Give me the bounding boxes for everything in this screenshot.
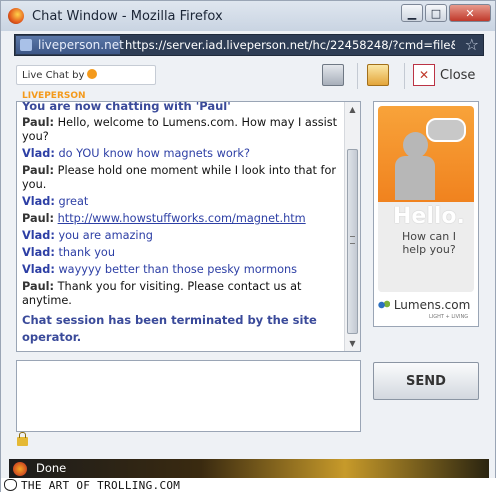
message-text: Please hold one moment while I look into… [22, 164, 337, 191]
close-chat-button[interactable]: Close [440, 68, 475, 83]
chat-message: Paul: http://www.howstuffworks.com/magne… [22, 212, 340, 226]
site-icon [20, 39, 32, 51]
chat-message: Vlad: do YOU know how magnets work? [22, 147, 340, 161]
message-text: Thank you for visiting. Please contact u… [22, 280, 302, 307]
live-chat-by-label: Live Chat by [22, 70, 85, 81]
status-icon [13, 462, 27, 476]
window-title: Chat Window - Mozilla Firefox [32, 9, 223, 24]
sender-name: Vlad: [22, 263, 55, 276]
message-text: do YOU know how magnets work? [58, 147, 250, 160]
firefox-icon [8, 8, 24, 24]
status-text: Done [36, 461, 67, 475]
message-text: Hello, welcome to Lumens.com. How may I … [22, 116, 338, 143]
browser-window: Chat Window - Mozilla Firefox ▁ □ ✕ live… [0, 0, 496, 493]
minimize-button[interactable]: ▁ [401, 4, 423, 22]
message-text: thank you [58, 246, 115, 259]
chat-message: Vlad: wayyyy better than those pesky mor… [22, 263, 340, 277]
watermark: THE ART OF TROLLING.COM [1, 478, 496, 493]
grip-icon [350, 236, 355, 244]
address-bar[interactable]: liveperson.net https://server.iad.livepe… [14, 34, 484, 56]
maximize-button[interactable]: □ [425, 4, 447, 22]
message-text: wayyyy better than those pesky mormons [58, 263, 298, 276]
person-avatar-icon [403, 132, 428, 158]
site-identity-button[interactable]: liveperson.net [16, 36, 124, 54]
message-input[interactable] [16, 360, 361, 432]
send-button[interactable]: SEND [373, 362, 479, 400]
chat-message: Vlad: you are amazing [22, 229, 340, 243]
lumens-ad-panel[interactable]: Hello. How can Ihelp you? Lumens.com LIG… [373, 101, 479, 327]
toolbar-divider [404, 63, 405, 89]
lumens-logo: Lumens.com [378, 298, 470, 312]
print-icon[interactable] [322, 64, 344, 86]
bookmark-star-icon[interactable]: ☆ [465, 35, 479, 54]
chat-start-notice: You are now chatting with 'Paul' [22, 101, 231, 113]
sender-name: Paul: [22, 116, 55, 129]
message-text: great [58, 195, 89, 208]
sender-name: Paul: [22, 164, 55, 177]
close-window-button[interactable]: ✕ [449, 4, 491, 22]
toolbar-divider [357, 63, 358, 89]
sender-name: Vlad: [22, 147, 55, 160]
speech-bubble-icon [426, 118, 466, 142]
transcript-scrollbar[interactable]: ▲ ▼ [344, 102, 360, 351]
close-chat-icon[interactable]: ✕ [413, 64, 435, 86]
site-identity-label: liveperson.net [38, 38, 124, 52]
title-bar: Chat Window - Mozilla Firefox ▁ □ ✕ [1, 1, 495, 31]
sender-name: Vlad: [22, 246, 55, 259]
sender-name: Vlad: [22, 229, 55, 242]
live-chat-badge: Live Chat by LIVEPERSON [16, 65, 156, 101]
status-bar: Done [9, 459, 489, 478]
message-text: you are amazing [58, 229, 153, 242]
scroll-up-arrow-icon[interactable]: ▲ [345, 102, 360, 117]
chat-message: Vlad: great [22, 195, 340, 209]
lumens-tagline: LIGHT + LIVING [429, 314, 469, 320]
ad-banner: Hello. How can Ihelp you? [378, 106, 474, 292]
scrollbar-thumb[interactable] [347, 149, 358, 334]
liveperson-brand: LIVEPERSON [22, 91, 86, 101]
person-body-icon [395, 156, 435, 200]
message-list: You are now chatting with 'Paul' Paul: H… [22, 101, 340, 346]
chat-message: Paul: Hello, welcome to Lumens.com. How … [22, 116, 340, 144]
chat-message: Paul: Thank you for visiting. Please con… [22, 280, 340, 308]
sender-name: Paul: [22, 212, 55, 225]
url-field[interactable]: https://server.iad.liveperson.net/hc/224… [125, 38, 455, 52]
chat-transcript: You are now chatting with 'Paul' Paul: H… [16, 101, 361, 352]
window-controls: ▁ □ ✕ [401, 4, 491, 22]
chat-message: Vlad: thank you [22, 246, 340, 260]
lock-icon [17, 432, 28, 446]
scroll-down-arrow-icon[interactable]: ▼ [345, 336, 360, 351]
trollface-icon [4, 479, 17, 491]
liveperson-logo-icon [87, 69, 98, 79]
sender-name: Vlad: [22, 195, 55, 208]
sender-name: Paul: [22, 280, 55, 293]
watermark-text: THE ART OF TROLLING.COM [21, 479, 181, 492]
email-transcript-icon[interactable] [367, 64, 389, 86]
chat-ended-notice: Chat session has been terminated by the … [22, 313, 317, 344]
message-link[interactable]: http://www.howstuffworks.com/magnet.htm [58, 212, 306, 225]
chat-toolbar: Live Chat by LIVEPERSON ✕ Close [9, 61, 487, 101]
ad-subheadline: How can Ihelp you? [402, 230, 456, 256]
ad-headline: Hello. [393, 204, 465, 229]
lumens-logo-icon [378, 300, 390, 310]
chat-message: Paul: Please hold one moment while I loo… [22, 164, 340, 192]
